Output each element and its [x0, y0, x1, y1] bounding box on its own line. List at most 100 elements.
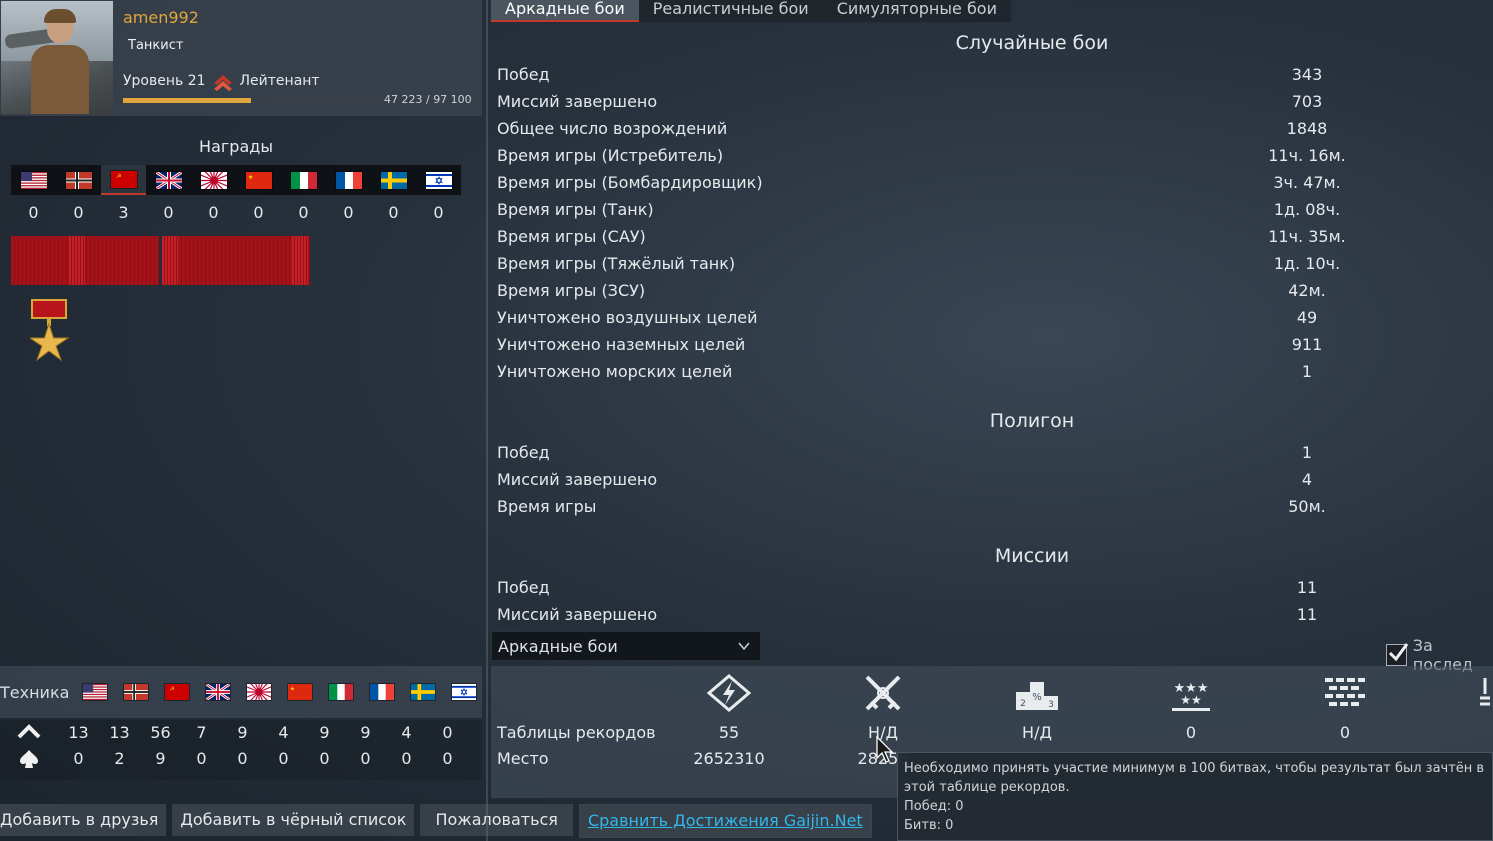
stat-label: Уничтожено воздушных целей [497, 308, 758, 327]
vehicles-nation-sweden[interactable] [402, 683, 443, 701]
vehicles-nation-germany[interactable] [115, 683, 156, 701]
stat-label: Время игры (Тяжёлый танк) [497, 254, 736, 273]
level-row: Уровень 21 Лейтенант [123, 71, 320, 91]
tab-arcade[interactable]: Аркадные бои [491, 0, 639, 22]
mode-dropdown[interactable]: Аркадные бои [491, 631, 761, 661]
section-title-polygon: Полигон [989, 410, 1075, 432]
hero-star-medal-icon[interactable] [30, 298, 70, 368]
tab-simulator[interactable]: Симуляторные бои [823, 0, 1011, 22]
podium-icon[interactable]: % 2 3 [1015, 674, 1059, 712]
efficiency-icon[interactable] [707, 674, 751, 712]
add-blacklist-button[interactable]: Добавить в чёрный список [172, 804, 415, 836]
stat-row: Общее число возрождений 1848 [497, 119, 1397, 146]
vehicle-count: 9 [237, 723, 248, 742]
awards-count: 3 [118, 203, 129, 222]
rank-chevron-icon [213, 75, 232, 91]
awards-count: 0 [208, 203, 219, 222]
svg-text:☭: ☭ [169, 687, 174, 693]
add-friend-button[interactable]: Добавить в друзья [0, 804, 167, 836]
ranks-icon[interactable] [1323, 674, 1367, 712]
vehicles-nation-britain[interactable] [197, 683, 238, 701]
game-mode-tabs: Аркадные бои Реалистичные бои Симуляторн… [491, 0, 1011, 22]
awards-tab-china[interactable]: ★ [236, 165, 281, 195]
vehicle-count: 0 [401, 749, 412, 768]
vehicle-count: 0 [442, 749, 453, 768]
more-records-icon[interactable] [1477, 674, 1493, 712]
leaderboard-value[interactable]: 55 [649, 723, 809, 742]
vehicles-nation-france[interactable] [361, 683, 402, 701]
vehicle-count: 4 [401, 723, 412, 742]
award-ribbon[interactable] [11, 236, 159, 285]
stat-value: 343 [1291, 65, 1323, 84]
leaderboard-tooltip: Необходимо принять участие минимум в 100… [897, 752, 1493, 841]
stat-value: 1д. 08ч. [1273, 200, 1341, 219]
award-ribbon[interactable] [162, 236, 310, 285]
vehicle-count: 4 [278, 723, 289, 742]
stat-label: Побед [497, 578, 550, 597]
svg-text:★: ★ [289, 686, 294, 693]
awards-tab-usa[interactable] [11, 165, 56, 195]
stat-label: Время игры (Истребитель) [497, 146, 724, 165]
xp-text: 47 223 / 97 100 [384, 93, 472, 106]
stats-list[interactable]: Случайные бои Побед 343 Миссий завершено 70… [491, 30, 1493, 624]
awards-tab-britain[interactable] [146, 165, 191, 195]
mode-dropdown-value: Аркадные бои [498, 637, 618, 656]
stat-label: Уничтожено наземных целей [497, 335, 746, 354]
profile-panel: amen992 Танкист Уровень 21 Лейтенант 47 … [0, 0, 872, 841]
stat-row: Побед 343 [497, 65, 1397, 92]
usa-flag-icon [81, 683, 108, 701]
stat-row: Время игры (ЗСУ) 42м. [497, 281, 1397, 308]
leaderboard-value[interactable]: 2652310 [649, 749, 809, 768]
awards-tab-israel[interactable] [416, 165, 461, 195]
vehicle-count: 7 [196, 723, 207, 742]
vehicles-nation-china[interactable]: ★ [279, 683, 320, 701]
report-button[interactable]: Пожаловаться [420, 804, 573, 836]
three-stars-icon[interactable]: ★★★ ★★ [1169, 674, 1213, 712]
compare-achievements-link[interactable]: Сравнить Достижения Gaijin.Net [578, 804, 872, 838]
avatar[interactable] [1, 1, 113, 114]
awards-count: 0 [253, 203, 264, 222]
vehicles-nation-usa[interactable] [74, 683, 115, 701]
spade-icon [0, 749, 58, 769]
chevron-up-icon [0, 723, 58, 742]
vehicles-nation-ussr[interactable]: ☭ [156, 683, 197, 701]
sweden-flag-icon [379, 170, 408, 190]
profile-actions: Добавить в друзья Добавить в чёрный спис… [0, 804, 872, 838]
vehicle-count: 9 [155, 749, 166, 768]
tab-realistic[interactable]: Реалистичные бои [639, 0, 823, 22]
awards-tab-italy[interactable] [281, 165, 326, 195]
vehicles-nation-japan[interactable] [238, 683, 279, 701]
stat-row: Уничтожено воздушных целей 49 [497, 308, 1397, 335]
awards-count: 0 [28, 203, 39, 222]
stat-label: Миссий завершено [497, 470, 658, 489]
china-flag-icon: ★ [244, 170, 273, 190]
italy-flag-icon [289, 170, 318, 190]
stat-value: 3ч. 47м. [1273, 173, 1341, 192]
leaderboard-value[interactable]: 0 [1111, 723, 1271, 742]
stat-value: 1 [1301, 362, 1313, 381]
awards-tab-ussr[interactable]: ☭ [101, 165, 146, 195]
vehicles-elite-row: 0 2 9 0 0 0 0 0 0 0 [0, 749, 482, 769]
france-flag-icon [334, 170, 363, 190]
awards-count: 0 [73, 203, 84, 222]
awards-tab-japan[interactable] [191, 165, 236, 195]
vehicle-count: 9 [319, 723, 330, 742]
stat-row: Время игры (Тяжёлый танк) 1д. 10ч. [497, 254, 1397, 281]
stat-row: Время игры (Истребитель) 11ч. 16м. [497, 146, 1397, 173]
leaderboard-value[interactable]: Н/Д [957, 723, 1117, 742]
svg-text:2: 2 [1020, 699, 1026, 709]
leaderboard-value[interactable]: 0 [1265, 723, 1425, 742]
vehicles-nation-israel[interactable] [443, 683, 484, 701]
crossed-swords-icon[interactable] [861, 674, 905, 712]
vehicle-count: 0 [196, 749, 207, 768]
awards-tab-sweden[interactable] [371, 165, 416, 195]
britain-flag-icon [154, 170, 183, 190]
awards-count: 0 [163, 203, 174, 222]
vehicle-count: 56 [150, 723, 171, 742]
tooltip-text: Необходимо принять участие минимум в 100… [904, 761, 1485, 795]
checkbox-box[interactable] [1386, 643, 1409, 666]
awards-tab-germany[interactable] [56, 165, 101, 195]
awards-tab-france[interactable] [326, 165, 371, 195]
stat-label: Побед [497, 443, 550, 462]
vehicles-nation-italy[interactable] [320, 683, 361, 701]
